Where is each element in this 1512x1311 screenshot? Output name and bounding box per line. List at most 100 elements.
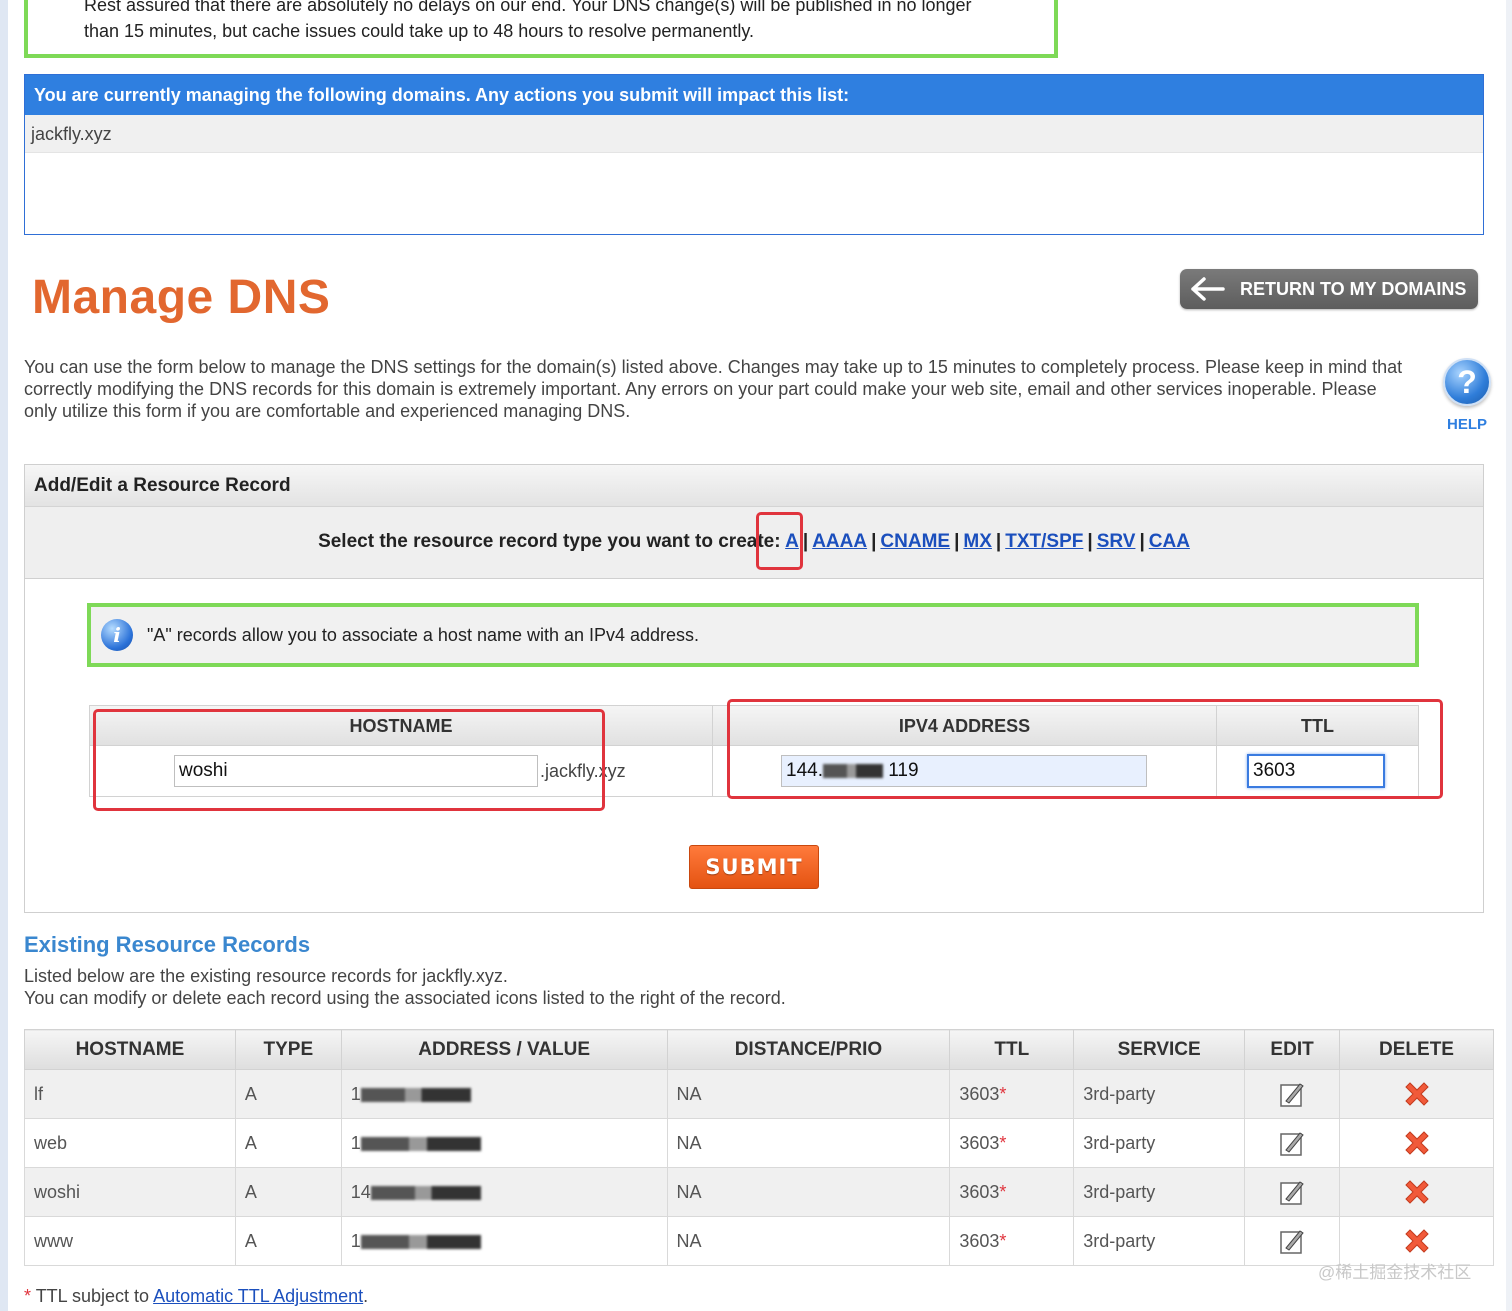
record-type-selector: Select the resource record type you want…: [25, 507, 1483, 579]
row-hostname: www: [24, 1216, 236, 1266]
row-delete[interactable]: [1339, 1167, 1494, 1217]
th-address: ADDRESS / VALUE: [340, 1029, 668, 1070]
table-row: woshi A 14 NA 3603* 3rd-party: [24, 1167, 1494, 1217]
row-hostname: woshi: [24, 1167, 236, 1217]
table-row: lf A 1 NA 3603* 3rd-party: [24, 1069, 1494, 1119]
delete-x-icon[interactable]: [1401, 1127, 1433, 1159]
page-right-edge: [1506, 0, 1512, 1311]
th-delete: DELETE: [1339, 1029, 1494, 1070]
edit-pencil-icon[interactable]: [1279, 1129, 1305, 1157]
row-address-prefix: 1: [350, 1132, 361, 1153]
row-prio: NA: [666, 1118, 951, 1168]
record-type-aaaa[interactable]: AAAA: [812, 531, 867, 552]
row-ttl: 3603*: [949, 1118, 1075, 1168]
record-type-cname[interactable]: CNAME: [880, 531, 950, 552]
existing-records-table: HOSTNAME TYPE ADDRESS / VALUE DISTANCE/P…: [24, 1029, 1494, 1266]
notice-line-1: Rest assured that there are absolutely n…: [84, 0, 972, 15]
row-ttl: 3603*: [949, 1216, 1075, 1266]
row-hostname: web: [24, 1118, 236, 1168]
footnote-text: TTL subject to: [31, 1286, 154, 1306]
row-ttl-value: 3603: [959, 1132, 1000, 1153]
existing-desc-line-1: Listed below are the existing resource r…: [24, 966, 508, 986]
panel-title: Add/Edit a Resource Record: [25, 465, 1483, 507]
arrow-left-icon: [1191, 277, 1225, 301]
return-to-domains-button[interactable]: RETURN TO MY DOMAINS: [1180, 269, 1478, 309]
managed-domain-item: jackfly.xyz: [25, 115, 1483, 153]
row-ttl-asterisk: *: [999, 1132, 1007, 1153]
row-hostname: lf: [24, 1069, 236, 1119]
delete-x-icon[interactable]: [1401, 1225, 1433, 1257]
edit-pencil-icon[interactable]: [1279, 1080, 1305, 1108]
row-service: 3rd-party: [1073, 1118, 1246, 1168]
row-prio: NA: [666, 1069, 951, 1119]
row-type: A: [234, 1069, 342, 1119]
edit-pencil-icon[interactable]: [1279, 1227, 1305, 1255]
highlight-hostname: [93, 709, 605, 811]
row-address-prefix: 14: [350, 1181, 371, 1202]
th-type: TYPE: [234, 1029, 342, 1070]
row-edit[interactable]: [1244, 1118, 1341, 1168]
record-type-caa[interactable]: CAA: [1149, 531, 1190, 552]
row-delete[interactable]: [1339, 1069, 1494, 1119]
record-type-txt-spf[interactable]: TXT/SPF: [1005, 531, 1083, 552]
highlight-type-a: [756, 512, 803, 570]
record-type-srv[interactable]: SRV: [1097, 531, 1136, 552]
add-edit-record-panel: Add/Edit a Resource Record Select the re…: [24, 464, 1484, 913]
row-service: 3rd-party: [1073, 1167, 1246, 1217]
page-title: Manage DNS: [32, 271, 331, 324]
row-ttl: 3603*: [949, 1069, 1075, 1119]
row-address: 14: [340, 1167, 668, 1217]
page-left-edge: [0, 0, 8, 1311]
record-info-text: "A" records allow you to associate a hos…: [147, 624, 700, 645]
existing-records-title: Existing Resource Records: [24, 932, 311, 957]
help-question-icon: ?: [1443, 358, 1491, 406]
help-label: HELP: [1446, 416, 1487, 433]
row-ttl: 3603*: [949, 1167, 1075, 1217]
row-ttl-asterisk: *: [999, 1181, 1007, 1202]
delete-x-icon[interactable]: [1401, 1078, 1433, 1110]
info-icon: i: [101, 619, 133, 651]
footnote-asterisk: *: [24, 1286, 32, 1306]
row-edit[interactable]: [1244, 1167, 1341, 1217]
return-button-label: RETURN TO MY DOMAINS: [1240, 278, 1467, 299]
th-hostname: HOSTNAME: [24, 1029, 236, 1070]
row-ttl-value: 3603: [959, 1230, 1000, 1251]
row-service: 3rd-party: [1073, 1216, 1246, 1266]
row-address: 1: [340, 1216, 668, 1266]
edit-pencil-icon[interactable]: [1279, 1178, 1305, 1206]
record-type-mx[interactable]: MX: [963, 531, 992, 552]
th-service: SERVICE: [1073, 1029, 1246, 1070]
th-distance: DISTANCE/PRIO: [666, 1029, 951, 1070]
ttl-footnote: * TTL subject to Automatic TTL Adjustmen…: [24, 1286, 368, 1307]
help-link[interactable]: ? HELP: [1440, 358, 1494, 433]
existing-desc-line-2: You can modify or delete each record usi…: [24, 988, 786, 1008]
footnote-end: .: [363, 1286, 369, 1306]
submit-button[interactable]: SUBMIT: [689, 845, 819, 889]
row-prio: NA: [666, 1167, 951, 1217]
row-type: A: [234, 1118, 342, 1168]
existing-records-description: Listed below are the existing resource r…: [24, 965, 786, 1009]
row-ttl-value: 3603: [959, 1083, 1000, 1104]
watermark-text: @稀土掘金技术社区: [1318, 1263, 1472, 1282]
table-row: www A 1 NA 3603* 3rd-party: [24, 1216, 1494, 1266]
row-service: 3rd-party: [1073, 1069, 1246, 1119]
th-edit: EDIT: [1244, 1029, 1341, 1070]
row-address-prefix: 1: [350, 1083, 361, 1104]
automatic-ttl-link[interactable]: Automatic TTL Adjustment: [153, 1286, 363, 1306]
row-edit[interactable]: [1244, 1069, 1341, 1119]
publish-notice: Rest assured that there are absolutely n…: [24, 0, 1058, 58]
row-type: A: [234, 1167, 342, 1217]
row-address: 1: [340, 1118, 668, 1168]
table-row: web A 1 NA 3603* 3rd-party: [24, 1118, 1494, 1168]
redacted-address: [360, 1136, 481, 1151]
row-address-prefix: 1: [350, 1230, 361, 1251]
delete-x-icon[interactable]: [1401, 1176, 1433, 1208]
managed-domains-box: You are currently managing the following…: [24, 74, 1484, 235]
redacted-address: [360, 1087, 471, 1102]
row-address: 1: [340, 1069, 668, 1119]
intro-text: You can use the form below to manage the…: [24, 357, 1403, 421]
managed-domains-header: You are currently managing the following…: [25, 75, 1483, 115]
notice-line-2: than 15 minutes, but cache issues could …: [84, 21, 755, 41]
row-delete[interactable]: [1339, 1118, 1494, 1168]
redacted-address: [360, 1234, 481, 1249]
